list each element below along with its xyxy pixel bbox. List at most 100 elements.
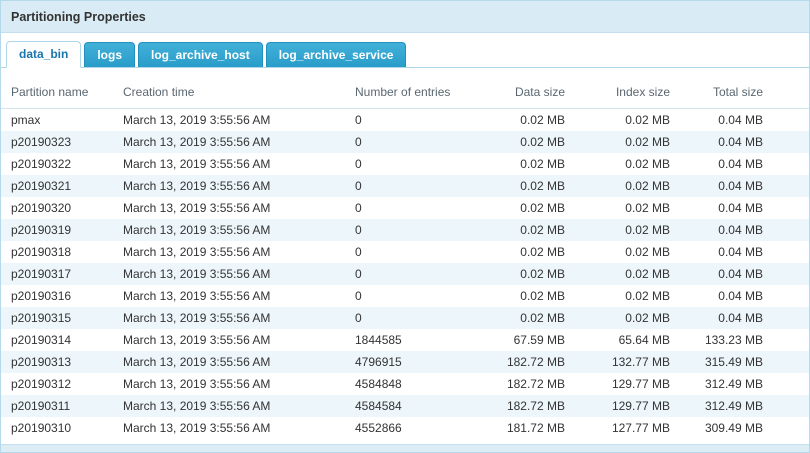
table-cell: 182.72 MB xyxy=(475,373,573,395)
tab-log_archive_host[interactable]: log_archive_host xyxy=(138,42,263,67)
table-cell: March 13, 2019 3:55:56 AM xyxy=(113,307,345,329)
tab-logs[interactable]: logs xyxy=(84,42,135,67)
table-row[interactable]: p20190318March 13, 2019 3:55:56 AM00.02 … xyxy=(1,241,809,263)
table-cell: pmax xyxy=(1,109,113,132)
table-row[interactable]: p20190322March 13, 2019 3:55:56 AM00.02 … xyxy=(1,153,809,175)
table-cell: 133.23 MB xyxy=(678,329,809,351)
table-cell: 309.49 MB xyxy=(678,417,809,439)
table-cell: 0.02 MB xyxy=(573,175,678,197)
table-cell: 315.49 MB xyxy=(678,351,809,373)
table-row[interactable]: p20190310March 13, 2019 3:55:56 AM455286… xyxy=(1,417,809,439)
table-cell: 4584848 xyxy=(345,373,475,395)
table-cell: p20190322 xyxy=(1,153,113,175)
column-header-creation-time[interactable]: Creation time xyxy=(113,78,345,109)
table-cell: 182.72 MB xyxy=(475,395,573,417)
table-cell: p20190310 xyxy=(1,417,113,439)
column-header-data-size[interactable]: Data size xyxy=(475,78,573,109)
table-row[interactable]: p20190314March 13, 2019 3:55:56 AM184458… xyxy=(1,329,809,351)
table-cell: p20190321 xyxy=(1,175,113,197)
table-cell: March 13, 2019 3:55:56 AM xyxy=(113,263,345,285)
table-cell: March 13, 2019 3:55:56 AM xyxy=(113,153,345,175)
tab-log_archive_service[interactable]: log_archive_service xyxy=(266,42,407,67)
table-cell: 0.04 MB xyxy=(678,175,809,197)
column-header-partition-name[interactable]: Partition name xyxy=(1,78,113,109)
footer-strip xyxy=(1,444,809,452)
table-cell: 0.02 MB xyxy=(475,153,573,175)
table-cell: March 13, 2019 3:55:56 AM xyxy=(113,131,345,153)
table-cell: March 13, 2019 3:55:56 AM xyxy=(113,417,345,439)
table-cell: p20190323 xyxy=(1,131,113,153)
table-cell: 0 xyxy=(345,197,475,219)
table-cell: p20190312 xyxy=(1,373,113,395)
tab-data_bin[interactable]: data_bin xyxy=(6,41,81,68)
table-header-row: Partition nameCreation timeNumber of ent… xyxy=(1,78,809,109)
table-row[interactable]: p20190315March 13, 2019 3:55:56 AM00.02 … xyxy=(1,307,809,329)
table-cell: 4552866 xyxy=(345,417,475,439)
table-cell: p20190314 xyxy=(1,329,113,351)
panel-title: Partitioning Properties xyxy=(1,1,809,33)
table-cell: 0.02 MB xyxy=(475,241,573,263)
table-cell: 0 xyxy=(345,109,475,132)
table-cell: 0.02 MB xyxy=(573,307,678,329)
table-cell: p20190315 xyxy=(1,307,113,329)
table-cell: 0.02 MB xyxy=(573,153,678,175)
table-cell: 0.02 MB xyxy=(475,219,573,241)
table-cell: p20190311 xyxy=(1,395,113,417)
table-cell: 312.49 MB xyxy=(678,395,809,417)
tab-bar: data_binlogslog_archive_hostlog_archive_… xyxy=(1,33,809,68)
column-header-total-size[interactable]: Total size xyxy=(678,78,809,109)
column-header-index-size[interactable]: Index size xyxy=(573,78,678,109)
table-cell: 181.72 MB xyxy=(475,417,573,439)
table-cell: March 13, 2019 3:55:56 AM xyxy=(113,109,345,132)
table-cell: 0.02 MB xyxy=(475,285,573,307)
table-cell: March 13, 2019 3:55:56 AM xyxy=(113,395,345,417)
table-row[interactable]: p20190320March 13, 2019 3:55:56 AM00.02 … xyxy=(1,197,809,219)
table-cell: 0 xyxy=(345,175,475,197)
table-cell: 4584584 xyxy=(345,395,475,417)
table-cell: 0.02 MB xyxy=(573,109,678,132)
table-row[interactable]: p20190311March 13, 2019 3:55:56 AM458458… xyxy=(1,395,809,417)
table-cell: March 13, 2019 3:55:56 AM xyxy=(113,197,345,219)
table-cell: p20190313 xyxy=(1,351,113,373)
table-cell: 4796915 xyxy=(345,351,475,373)
table-row[interactable]: pmaxMarch 13, 2019 3:55:56 AM00.02 MB0.0… xyxy=(1,109,809,132)
table-row[interactable]: p20190319March 13, 2019 3:55:56 AM00.02 … xyxy=(1,219,809,241)
table-cell: March 13, 2019 3:55:56 AM xyxy=(113,373,345,395)
table-cell: March 13, 2019 3:55:56 AM xyxy=(113,219,345,241)
table-cell: 0.02 MB xyxy=(475,175,573,197)
table-cell: 1844585 xyxy=(345,329,475,351)
partition-table-body: pmaxMarch 13, 2019 3:55:56 AM00.02 MB0.0… xyxy=(1,109,809,440)
table-cell: p20190318 xyxy=(1,241,113,263)
table-cell: 0.04 MB xyxy=(678,131,809,153)
table-cell: 0 xyxy=(345,153,475,175)
table-cell: 0.02 MB xyxy=(475,263,573,285)
table-cell: 0.02 MB xyxy=(475,307,573,329)
table-cell: 65.64 MB xyxy=(573,329,678,351)
table-cell: 312.49 MB xyxy=(678,373,809,395)
table-cell: March 13, 2019 3:55:56 AM xyxy=(113,351,345,373)
table-row[interactable]: p20190313March 13, 2019 3:55:56 AM479691… xyxy=(1,351,809,373)
table-cell: 0.04 MB xyxy=(678,285,809,307)
table-cell: p20190316 xyxy=(1,285,113,307)
table-cell: 182.72 MB xyxy=(475,351,573,373)
table-cell: 67.59 MB xyxy=(475,329,573,351)
table-cell: 127.77 MB xyxy=(573,417,678,439)
table-row[interactable]: p20190316March 13, 2019 3:55:56 AM00.02 … xyxy=(1,285,809,307)
table-cell: 0.02 MB xyxy=(475,109,573,132)
table-cell: 0.02 MB xyxy=(573,285,678,307)
partition-table-container: Partition nameCreation timeNumber of ent… xyxy=(1,68,809,444)
table-cell: March 13, 2019 3:55:56 AM xyxy=(113,175,345,197)
table-cell: 0.02 MB xyxy=(573,241,678,263)
table-row[interactable]: p20190312March 13, 2019 3:55:56 AM458484… xyxy=(1,373,809,395)
table-cell: 0.04 MB xyxy=(678,263,809,285)
table-cell: 0.02 MB xyxy=(475,131,573,153)
column-header-number-of-entries[interactable]: Number of entries xyxy=(345,78,475,109)
table-cell: p20190319 xyxy=(1,219,113,241)
table-cell: 0.04 MB xyxy=(678,197,809,219)
table-cell: 0.04 MB xyxy=(678,307,809,329)
table-cell: 0.04 MB xyxy=(678,219,809,241)
table-row[interactable]: p20190321March 13, 2019 3:55:56 AM00.02 … xyxy=(1,175,809,197)
table-row[interactable]: p20190323March 13, 2019 3:55:56 AM00.02 … xyxy=(1,131,809,153)
table-row[interactable]: p20190317March 13, 2019 3:55:56 AM00.02 … xyxy=(1,263,809,285)
table-cell: March 13, 2019 3:55:56 AM xyxy=(113,329,345,351)
